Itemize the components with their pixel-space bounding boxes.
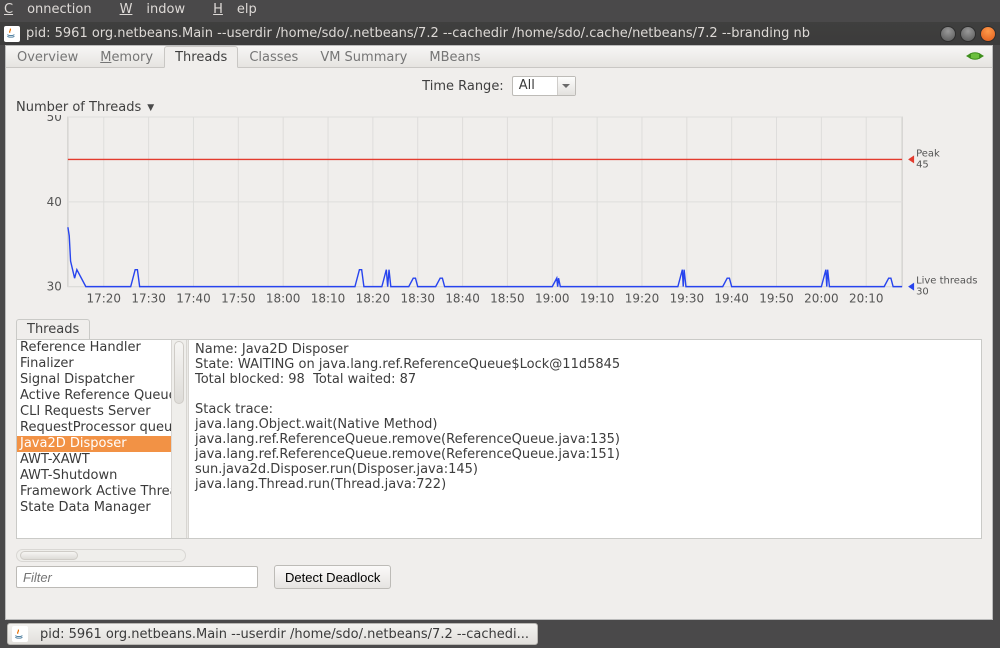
thread-list-vscrollbar[interactable] bbox=[171, 340, 186, 538]
svg-text:19:50: 19:50 bbox=[759, 292, 794, 306]
svg-text:17:30: 17:30 bbox=[131, 292, 166, 306]
menu-connection[interactable]: Connection bbox=[4, 0, 106, 20]
tab-vmsummary[interactable]: VM Summary bbox=[309, 46, 418, 68]
java-icon bbox=[4, 26, 20, 42]
titlebar: pid: 5961 org.netbeans.Main --userdir /h… bbox=[0, 22, 1000, 45]
thread-list-item[interactable]: Reference Handler bbox=[17, 340, 171, 356]
time-range-select[interactable]: All bbox=[512, 76, 576, 96]
time-range-label: Time Range: bbox=[422, 79, 504, 94]
svg-text:20:00: 20:00 bbox=[804, 292, 839, 306]
thread-list-item[interactable]: Java2D Disposer bbox=[17, 436, 171, 452]
menu-window[interactable]: Window bbox=[120, 0, 200, 20]
svg-text:45: 45 bbox=[916, 159, 929, 170]
svg-text:19:30: 19:30 bbox=[670, 292, 705, 306]
thread-list-item[interactable]: Active Reference Queue Daemon bbox=[17, 388, 171, 404]
svg-text:30: 30 bbox=[916, 287, 929, 298]
svg-text:19:40: 19:40 bbox=[714, 292, 749, 306]
chart-title-row[interactable]: Number of Threads ▼ bbox=[6, 98, 992, 115]
thread-list-item[interactable]: AWT-Shutdown bbox=[17, 468, 171, 484]
thread-list-item[interactable]: Framework Active Thread bbox=[17, 484, 171, 500]
status-chip[interactable]: pid: 5961 org.netbeans.Main --userdir /h… bbox=[7, 623, 538, 645]
chart-svg: 30 40 50 17:20 17:30 17:40 17:50 18:00 18:10 18:2… bbox=[16, 115, 982, 313]
tabs-row: Overview Memory Threads Classes VM Summa… bbox=[6, 46, 992, 68]
thread-list-hscrollbar[interactable] bbox=[16, 549, 186, 562]
caret-down-icon: ▼ bbox=[147, 103, 154, 113]
threads-chart: 30 40 50 17:20 17:30 17:40 17:50 18:00 18:10 18:2… bbox=[16, 115, 982, 313]
subtab-threads[interactable]: Threads bbox=[16, 319, 90, 339]
thread-list-item[interactable]: State Data Manager bbox=[17, 500, 171, 516]
time-range-row: Time Range: All bbox=[6, 68, 992, 98]
thread-list[interactable]: Reference HandlerFinalizerSignal Dispatc… bbox=[17, 340, 171, 538]
refresh-icon[interactable] bbox=[966, 49, 984, 63]
tab-classes[interactable]: Classes bbox=[238, 46, 309, 68]
window-title: pid: 5961 org.netbeans.Main --userdir /h… bbox=[26, 26, 940, 41]
tab-threads[interactable]: Threads bbox=[164, 46, 238, 68]
svg-text:18:20: 18:20 bbox=[356, 292, 391, 306]
svg-text:18:10: 18:10 bbox=[311, 292, 346, 306]
svg-text:19:10: 19:10 bbox=[580, 292, 615, 306]
svg-text:17:20: 17:20 bbox=[87, 292, 121, 306]
svg-text:19:20: 19:20 bbox=[625, 292, 660, 306]
thread-list-item[interactable]: Finalizer bbox=[17, 356, 171, 372]
menubar: Connection Window Help bbox=[0, 0, 1000, 22]
filter-input[interactable] bbox=[16, 566, 258, 588]
tab-overview[interactable]: Overview bbox=[6, 46, 89, 68]
svg-text:17:40: 17:40 bbox=[176, 292, 211, 306]
thread-list-item[interactable]: RequestProcessor queue manager bbox=[17, 420, 171, 436]
svg-text:19:00: 19:00 bbox=[535, 292, 570, 306]
svg-text:30: 30 bbox=[47, 280, 62, 294]
detect-deadlock-button[interactable]: Detect Deadlock bbox=[274, 565, 391, 589]
maximize-button[interactable] bbox=[960, 26, 976, 42]
thread-list-item[interactable]: CLI Requests Server bbox=[17, 404, 171, 420]
content-area: Overview Memory Threads Classes VM Summa… bbox=[5, 45, 993, 620]
thread-detail: Name: Java2D Disposer State: WAITING on … bbox=[189, 340, 981, 538]
minimize-button[interactable] bbox=[940, 26, 956, 42]
tab-memory[interactable]: Memory bbox=[89, 46, 164, 68]
menu-help[interactable]: Help bbox=[213, 0, 271, 20]
status-chip-text: pid: 5961 org.netbeans.Main --userdir /h… bbox=[40, 627, 529, 642]
svg-text:50: 50 bbox=[47, 115, 62, 124]
svg-text:18:50: 18:50 bbox=[490, 292, 525, 306]
thread-list-item[interactable]: Signal Dispatcher bbox=[17, 372, 171, 388]
svg-text:Live threads: Live threads bbox=[916, 276, 977, 287]
tab-mbeans[interactable]: MBeans bbox=[418, 46, 491, 68]
svg-text:20:10: 20:10 bbox=[849, 292, 884, 306]
threads-panel: Reference HandlerFinalizerSignal Dispatc… bbox=[16, 339, 982, 539]
time-range-selected: All bbox=[513, 77, 557, 95]
java-icon bbox=[12, 626, 28, 642]
thread-list-item[interactable]: AWT-XAWT bbox=[17, 452, 171, 468]
chart-title: Number of Threads bbox=[16, 100, 141, 115]
chevron-down-icon[interactable] bbox=[557, 77, 575, 95]
close-button[interactable] bbox=[980, 26, 996, 42]
svg-text:17:50: 17:50 bbox=[221, 292, 256, 306]
svg-text:18:30: 18:30 bbox=[400, 292, 435, 306]
svg-text:Peak: Peak bbox=[916, 148, 940, 159]
svg-text:18:40: 18:40 bbox=[445, 292, 480, 306]
svg-text:18:00: 18:00 bbox=[266, 292, 301, 306]
svg-text:40: 40 bbox=[47, 195, 62, 209]
